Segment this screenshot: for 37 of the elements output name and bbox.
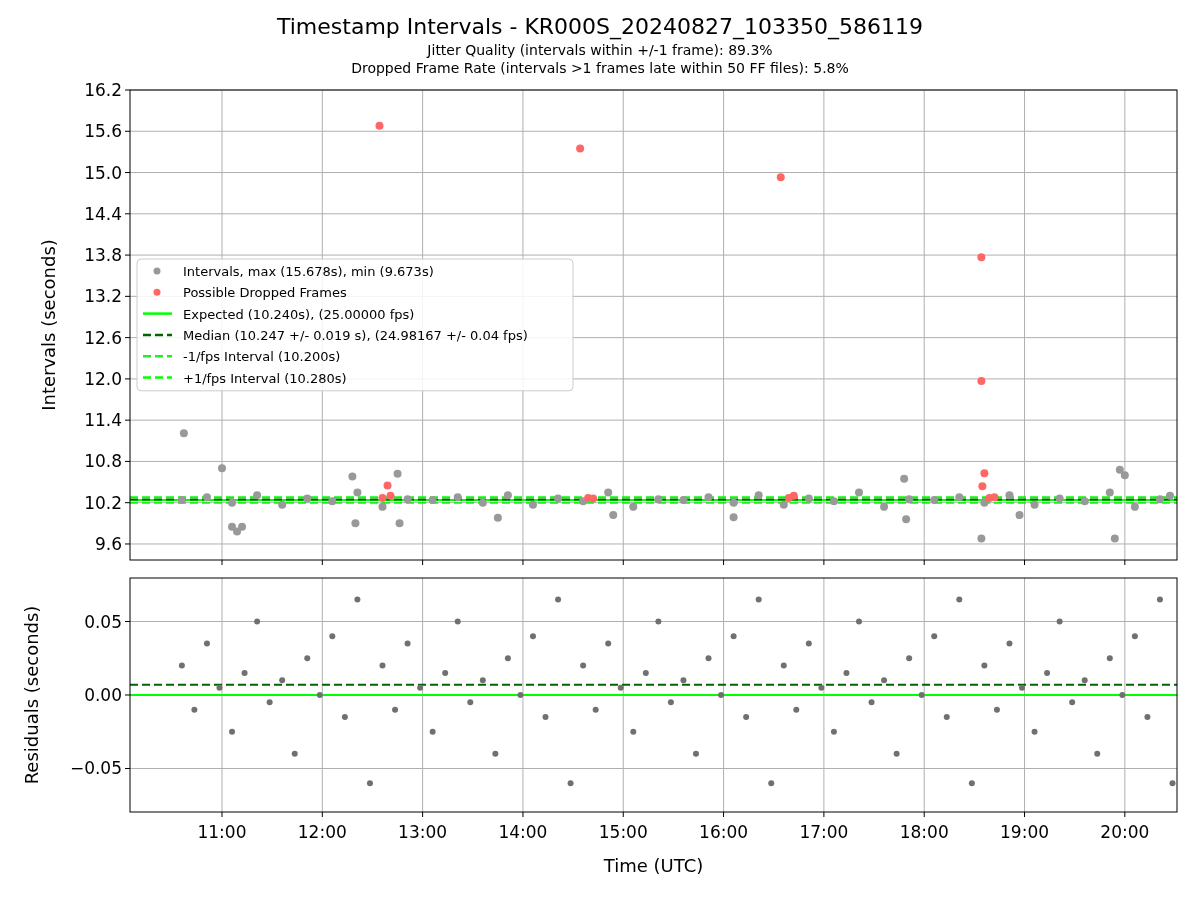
- y-tick-label: 12.6: [84, 327, 122, 348]
- y-tick-label: 9.6: [94, 533, 122, 554]
- y-tick-label: 12.0: [84, 368, 122, 389]
- y-tick-label: 10.8: [84, 451, 122, 472]
- y-tick-label: 16.2: [84, 82, 122, 100]
- figure-title: Timestamp Intervals - KR000S_20240827_103350_586119: [276, 13, 923, 41]
- legend-label: Expected (10.240s), (25.00000 fps): [183, 306, 415, 322]
- y-tick-label: 11.4: [84, 410, 122, 431]
- legend-label: +1/fps Interval (10.280s): [183, 370, 347, 386]
- y-axis-label: Intervals (seconds): [38, 239, 59, 411]
- legend-label: Median (10.247 +/- 0.019 s), (24.98167 +/- 0.04 fps): [183, 327, 528, 343]
- figure-subtitle: Dropped Frame Rate (intervals >1 frames late within 50 FF files): 5.8%: [351, 59, 849, 77]
- y-tick-label: 15.0: [84, 162, 122, 183]
- x-tick-label: 17:00: [799, 822, 849, 842]
- y-tick-label: −0.05: [69, 758, 122, 779]
- legend-label: Possible Dropped Frames: [183, 285, 347, 301]
- y-axis-label: Residuals (seconds): [21, 605, 42, 785]
- x-tick-label: 13:00: [398, 822, 448, 842]
- x-tick-label: 20:00: [1100, 822, 1150, 842]
- y-tick-label: 10.2: [84, 492, 122, 513]
- x-tick-label: 14:00: [498, 822, 548, 842]
- x-tick-label: 15:00: [598, 822, 648, 842]
- y-tick-label: 0.05: [84, 611, 122, 632]
- x-axis-label: Time (UTC): [603, 855, 704, 876]
- x-tick-label: 18:00: [899, 822, 949, 842]
- x-tick-label: 16:00: [699, 822, 749, 842]
- y-tick-label: 13.2: [84, 286, 122, 307]
- y-tick-label: 14.4: [84, 203, 122, 224]
- figure-subtitle: Jitter Quality (intervals within +/-1 frame): 89.3%: [427, 41, 773, 59]
- legend-label: -1/fps Interval (10.200s): [183, 349, 341, 365]
- y-tick-label: 13.8: [84, 245, 122, 266]
- y-tick-label: 15.6: [84, 121, 122, 142]
- x-tick-label: 19:00: [1000, 822, 1049, 842]
- y-tick-label: 0.00: [84, 685, 122, 705]
- x-tick-label: 12:00: [297, 822, 347, 842]
- x-tick-label: 11:00: [197, 822, 247, 842]
- legend-label: Intervals, max (15.678s), min (9.673s): [183, 264, 434, 279]
